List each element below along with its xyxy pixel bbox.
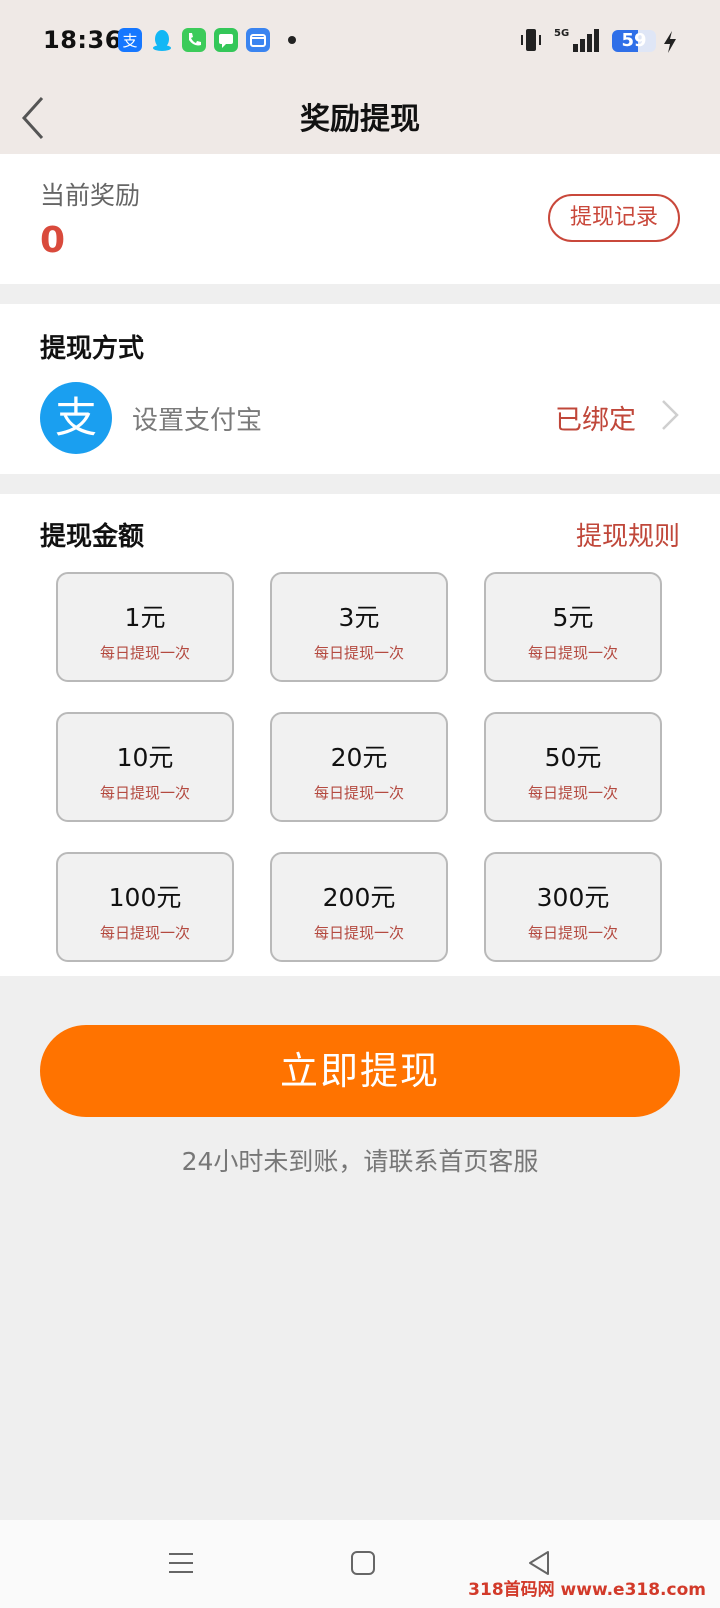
- reward-value: 0: [40, 220, 66, 261]
- status-bar: 18:36 支 5G 59: [0, 0, 720, 84]
- phone-notification-icon: [182, 28, 206, 52]
- menu-icon[interactable]: [168, 1550, 194, 1580]
- amount-option[interactable]: 10元 每日提现一次: [56, 712, 234, 822]
- reward-card: 当前奖励 0 提现记录: [0, 154, 720, 284]
- withdraw-page: 18:36 支 5G 59 奖励提现 当前奖励 0 提现记录 提现方式 支 设置…: [0, 0, 720, 1608]
- amount-value: 10元: [116, 743, 174, 772]
- more-notifications-dot: [288, 36, 296, 44]
- amount-option[interactable]: 100元 每日提现一次: [56, 852, 234, 962]
- amount-value: 300元: [536, 883, 610, 912]
- withdraw-rules-link[interactable]: 提现规则: [576, 516, 680, 553]
- amount-option[interactable]: 1元 每日提现一次: [56, 572, 234, 682]
- charging-icon: [662, 30, 678, 58]
- top-area: 18:36 支 5G 59 奖励提现: [0, 0, 720, 154]
- arrival-notice: 24小时未到账，请联系首页客服: [181, 1147, 539, 1176]
- svg-text:5G: 5G: [554, 28, 569, 39]
- amount-note: 每日提现一次: [313, 644, 404, 662]
- amount-value: 3元: [338, 603, 380, 632]
- bound-status: 已绑定: [555, 405, 636, 436]
- alipay-label: 设置支付宝: [132, 406, 263, 436]
- amount-note: 每日提现一次: [99, 784, 190, 802]
- amount-note: 每日提现一次: [527, 784, 618, 802]
- page-title: 奖励提现: [300, 102, 420, 137]
- chevron-right-icon: [660, 398, 680, 436]
- battery-level: 59: [621, 30, 647, 51]
- reward-label: 当前奖励: [40, 181, 141, 210]
- withdraw-amount-card: 提现金额 提现规则 1元 每日提现一次 3元 每日提现一次 5元 每日提现一次 …: [0, 494, 720, 976]
- withdraw-method-card: 提现方式 支 设置支付宝 已绑定: [0, 304, 720, 474]
- withdraw-now-button[interactable]: 立即提现: [40, 1025, 680, 1117]
- amount-note: 每日提现一次: [99, 644, 190, 662]
- signal-icon: 5G: [553, 26, 603, 60]
- alipay-notification-icon: 支: [118, 28, 142, 52]
- window-notification-icon: [246, 28, 270, 52]
- amount-option[interactable]: 3元 每日提现一次: [270, 572, 448, 682]
- messages-notification-icon: [214, 28, 238, 52]
- title-bar: 奖励提现: [0, 84, 720, 154]
- amount-options-grid: 1元 每日提现一次 3元 每日提现一次 5元 每日提现一次 10元 每日提现一次…: [56, 572, 662, 962]
- battery-indicator: 59: [612, 30, 656, 52]
- amount-note: 每日提现一次: [313, 784, 404, 802]
- alipay-icon: 支: [40, 382, 112, 454]
- withdraw-history-button[interactable]: 提现记录: [547, 194, 680, 242]
- amount-option[interactable]: 50元 每日提现一次: [484, 712, 662, 822]
- system-nav-bar: 318首码网 www.e318.com: [0, 1520, 720, 1608]
- amount-note: 每日提现一次: [313, 924, 404, 942]
- amount-note: 每日提现一次: [527, 924, 618, 942]
- amount-value: 100元: [108, 883, 182, 912]
- amount-value: 50元: [544, 743, 602, 772]
- status-time: 18:36: [43, 26, 122, 54]
- svg-text:支: 支: [55, 393, 97, 442]
- site-watermark: 318首码网 www.e318.com: [468, 1580, 706, 1600]
- amount-option[interactable]: 300元 每日提现一次: [484, 852, 662, 962]
- amount-value: 20元: [330, 743, 388, 772]
- alipay-method-row[interactable]: 支 设置支付宝 已绑定: [0, 374, 720, 464]
- qq-notification-icon: [150, 28, 174, 52]
- amount-section-title: 提现金额: [40, 522, 145, 552]
- amount-option[interactable]: 200元 每日提现一次: [270, 852, 448, 962]
- amount-value: 1元: [124, 603, 166, 632]
- amount-value: 5元: [552, 603, 594, 632]
- amount-note: 每日提现一次: [527, 644, 618, 662]
- amount-value: 200元: [322, 883, 396, 912]
- amount-option[interactable]: 20元 每日提现一次: [270, 712, 448, 822]
- amount-note: 每日提现一次: [99, 924, 190, 942]
- svg-text:支: 支: [122, 32, 137, 50]
- vibrate-icon: [520, 26, 542, 58]
- amount-option[interactable]: 5元 每日提现一次: [484, 572, 662, 682]
- method-section-title: 提现方式: [40, 334, 145, 364]
- home-icon[interactable]: [350, 1550, 376, 1580]
